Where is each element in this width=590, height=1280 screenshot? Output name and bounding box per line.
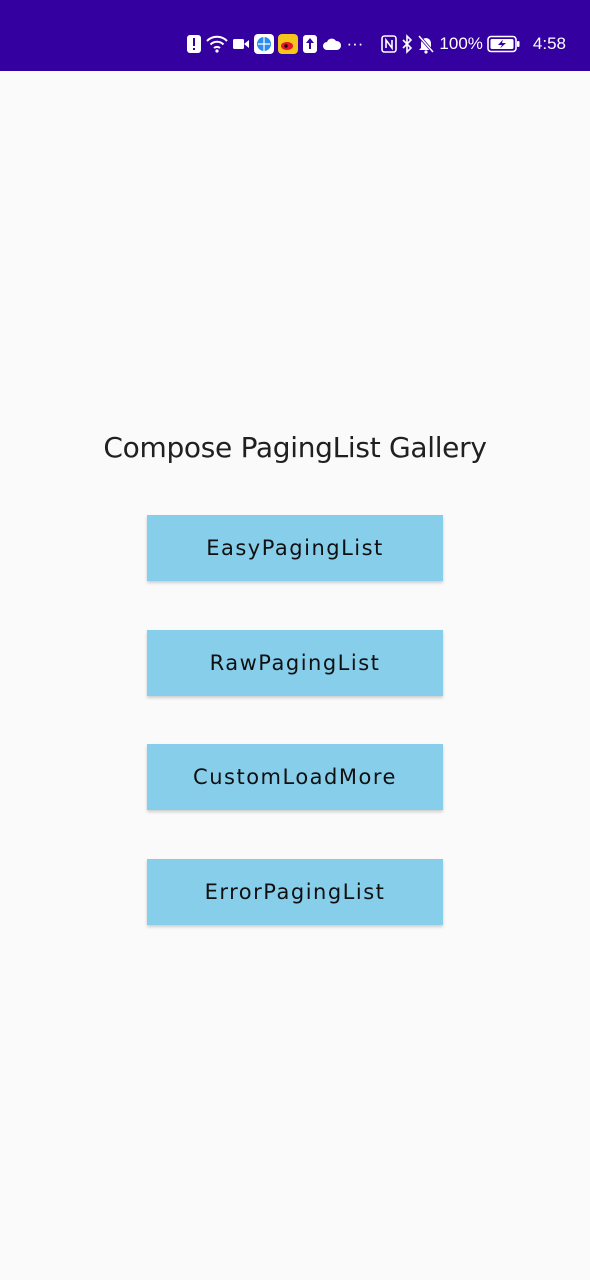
nfc-icon: [381, 33, 398, 55]
upload-icon: [302, 33, 318, 55]
more-icon: ···: [346, 34, 364, 53]
page-title: Compose PagingList Gallery: [103, 431, 487, 464]
weibo-icon: [278, 33, 299, 55]
error-paging-list-button[interactable]: ErrorPagingList: [147, 859, 443, 925]
status-bar: ··· 100% 4:58: [0, 0, 590, 71]
wifi-icon: [206, 33, 229, 55]
custom-load-more-button[interactable]: CustomLoadMore: [147, 744, 443, 810]
bluetooth-icon: [401, 33, 413, 55]
battery-icon: [487, 33, 521, 55]
alert-icon: [186, 33, 202, 55]
raw-paging-list-button[interactable]: RawPagingList: [147, 630, 443, 696]
clock: 4:58: [532, 34, 566, 53]
mute-icon: [417, 33, 435, 55]
browser-icon: [254, 33, 275, 55]
status-icons: ··· 100% 4:58: [186, 32, 566, 56]
easy-paging-list-button[interactable]: EasyPagingList: [147, 515, 443, 581]
video-icon: [232, 33, 250, 55]
cloud-icon: [322, 33, 342, 55]
battery-percent: 100%: [439, 34, 483, 53]
